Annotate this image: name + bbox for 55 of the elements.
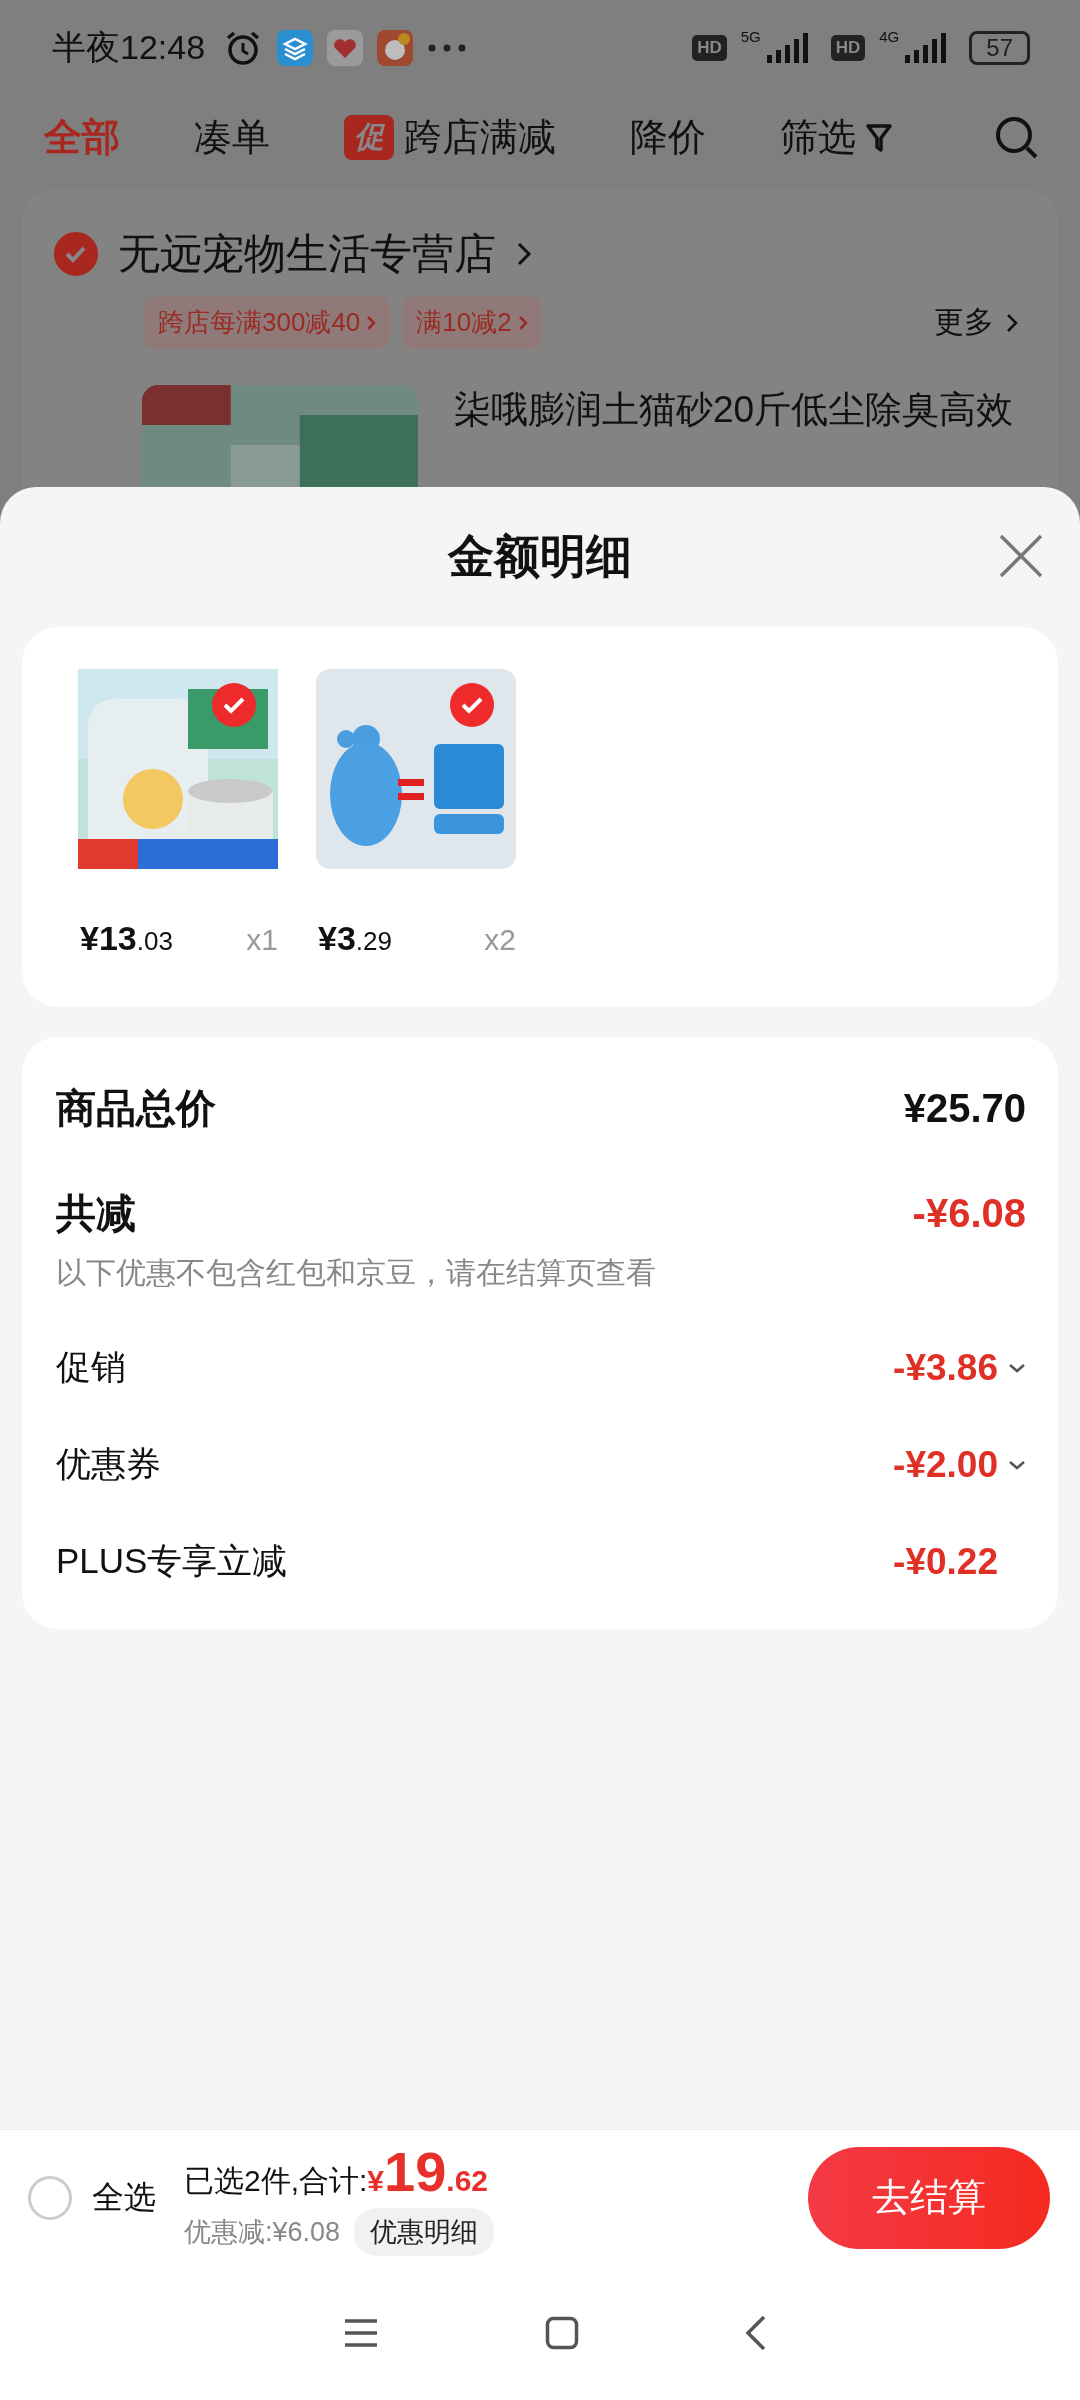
summary-value: -¥6.08	[912, 1191, 1026, 1236]
chevron-down-icon[interactable]	[1008, 1458, 1026, 1471]
chevron-right-icon	[1006, 311, 1018, 334]
store-checkbox[interactable]	[54, 232, 98, 276]
summary-label: PLUS专享立减	[56, 1540, 289, 1582]
search-icon[interactable]	[994, 114, 1040, 161]
battery-indicator: 57	[969, 30, 1030, 65]
item-quantity: x2	[484, 923, 516, 957]
summary-value: -¥2.00	[893, 1443, 998, 1486]
discount-text: 优惠减:¥6.08	[184, 2216, 341, 2249]
item-quantity: x1	[246, 923, 278, 957]
product-title[interactable]: 柒哦膨润土猫砂20斤低尘除臭高效	[454, 385, 1014, 487]
summary-value: -¥0.22	[893, 1540, 998, 1583]
item-price: ¥3.29	[318, 919, 392, 958]
more-link[interactable]: 更多	[934, 302, 1018, 343]
chevron-down-icon[interactable]	[1008, 1361, 1026, 1374]
select-all-label[interactable]: 全选	[92, 2175, 156, 2220]
hd-badge: HD	[830, 34, 866, 61]
chevron-right-icon	[516, 240, 532, 268]
more-icon	[427, 42, 468, 53]
summary-label: 优惠券	[56, 1443, 162, 1485]
store-name[interactable]: 无远宠物生活专营店	[118, 226, 496, 282]
network-label: 4G	[879, 28, 900, 45]
app-icon	[277, 29, 314, 66]
sheet-title: 金额明细	[448, 529, 632, 584]
mascot-app-icon	[377, 29, 414, 66]
summary-label: 商品总价	[56, 1085, 217, 1132]
item-price: ¥13.03	[80, 919, 173, 958]
summary-label: 促销	[56, 1346, 127, 1388]
status-time: 半夜12:48	[52, 26, 206, 68]
summary-value: ¥25.70	[903, 1086, 1026, 1131]
network-label: 5G	[740, 28, 761, 45]
hd-badge: HD	[692, 34, 727, 61]
signal-icon	[903, 32, 948, 63]
menu-icon[interactable]	[343, 2317, 379, 2348]
select-all-radio[interactable]	[28, 2175, 72, 2220]
close-icon[interactable]	[998, 533, 1044, 579]
chevron-right-icon	[517, 313, 528, 332]
filter-tab[interactable]: 降价	[630, 112, 706, 163]
summary-value: -¥3.86	[893, 1346, 998, 1389]
filter-tab[interactable]: 促 跨店满减	[344, 112, 556, 163]
chevron-right-icon	[366, 313, 377, 332]
filter-tab[interactable]: 凑单	[194, 112, 270, 163]
filter-tab[interactable]: 筛选	[780, 112, 892, 163]
back-icon[interactable]	[745, 2314, 767, 2351]
home-icon[interactable]	[545, 2315, 579, 2350]
checkout-button[interactable]: 去结算	[808, 2146, 1050, 2249]
total-price: ¥19.62	[367, 2139, 489, 2204]
promo-badge: 促	[344, 115, 394, 160]
discount-detail-button[interactable]: 优惠明细	[354, 2208, 495, 2256]
summary-note: 以下优惠不包含红包和京豆，请在结算页查看	[56, 1255, 657, 1291]
heart-app-icon	[327, 29, 364, 66]
signal-icon	[764, 32, 809, 63]
summary-label: 共减	[56, 1190, 137, 1237]
selected-summary: 已选2件,合计:	[184, 2163, 368, 2199]
